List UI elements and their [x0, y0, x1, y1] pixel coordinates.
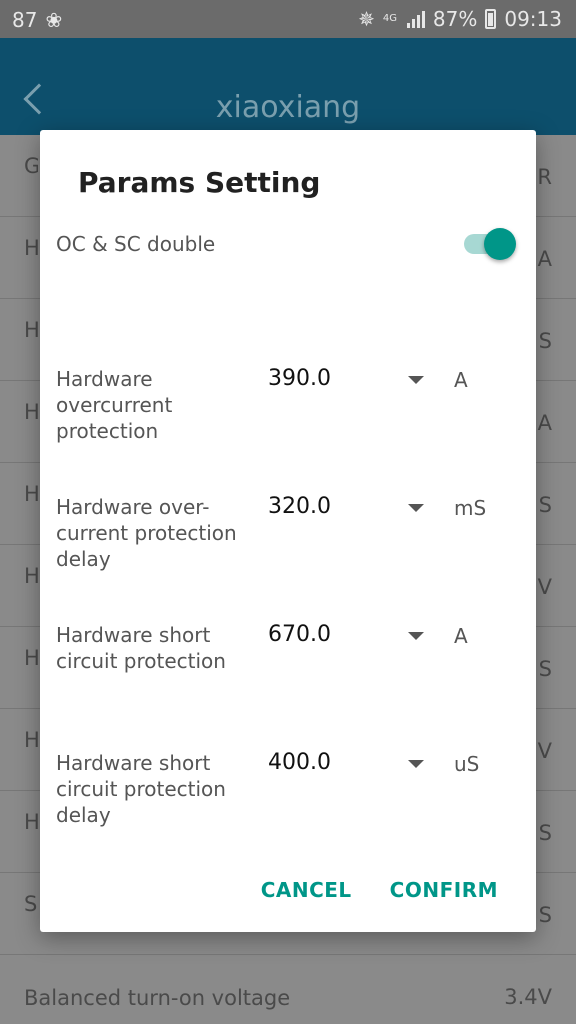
param-value-input[interactable]: 320.0 [268, 494, 331, 519]
confirm-button[interactable]: CONFIRM [390, 878, 498, 902]
row-label: S [24, 892, 38, 916]
param-label: Hardware over-current protection delay [56, 495, 237, 571]
switch-thumb [484, 228, 516, 260]
param-label: Hardware overcurrent protection [56, 367, 173, 443]
row-label: G [24, 154, 38, 178]
row-label: H [24, 400, 38, 424]
dropdown-caret-icon[interactable] [408, 632, 424, 640]
row-label: H [24, 810, 38, 834]
network-type: 4G [382, 13, 398, 24]
row-value: S [538, 329, 552, 353]
app-title: xiaoxiang [215, 90, 361, 125]
clock: 09:13 [504, 7, 562, 31]
row-label: H [24, 236, 38, 260]
row-label: Balanced turn-on voltage [24, 986, 291, 1010]
param-value-input[interactable]: 400.0 [268, 750, 331, 775]
param-unit: A [454, 368, 468, 392]
row-label: H [24, 482, 38, 506]
row-value: V [537, 575, 552, 599]
cancel-button[interactable]: CANCEL [261, 878, 352, 902]
dialog-actions: CANCEL CONFIRM [261, 878, 498, 902]
battery-percent: 87% [432, 7, 478, 31]
param-unit: mS [454, 496, 487, 520]
params-setting-dialog: Params Setting OC & SC double Hardware o… [40, 130, 536, 932]
notification-icon: ❀ [45, 8, 63, 32]
row-label: H [24, 646, 38, 670]
row-value: V [537, 739, 552, 763]
signal-icon [406, 10, 425, 28]
row-value: A [537, 247, 552, 271]
param-label: Hardware short circuit protection delay [56, 751, 226, 827]
bluetooth-icon: ✵ [358, 7, 375, 31]
oc-sc-double-label: OC & SC double [56, 232, 216, 256]
row-value: 3.4V [504, 985, 552, 1009]
row-label: H [24, 318, 38, 342]
param-unit: uS [454, 752, 480, 776]
app-bar: xiaoxiang [0, 38, 576, 135]
status-bar: 87 ❀ ✵ 4G 87% 09:13 [0, 0, 576, 38]
dropdown-caret-icon[interactable] [408, 376, 424, 384]
row-value: R [537, 165, 552, 189]
param-unit: A [454, 624, 468, 648]
param-value-input[interactable]: 670.0 [268, 622, 331, 647]
row-value: S [538, 657, 552, 681]
battery-icon [485, 9, 497, 29]
row-label: H [24, 564, 38, 588]
status-left-text: 87 [12, 8, 38, 32]
param-label: Hardware short circuit protection [56, 623, 226, 673]
row-value: S [538, 493, 552, 517]
row-value: A [537, 411, 552, 435]
list-row-balanced-voltage[interactable]: Balanced turn-on voltage 3.4V [0, 955, 576, 1024]
row-value: S [538, 903, 552, 927]
param-value-input[interactable]: 390.0 [268, 366, 331, 391]
row-label: H [24, 728, 38, 752]
oc-sc-double-switch[interactable] [462, 228, 516, 260]
dropdown-caret-icon[interactable] [408, 504, 424, 512]
row-value: S [538, 821, 552, 845]
dialog-title: Params Setting [78, 166, 321, 199]
dropdown-caret-icon[interactable] [408, 760, 424, 768]
